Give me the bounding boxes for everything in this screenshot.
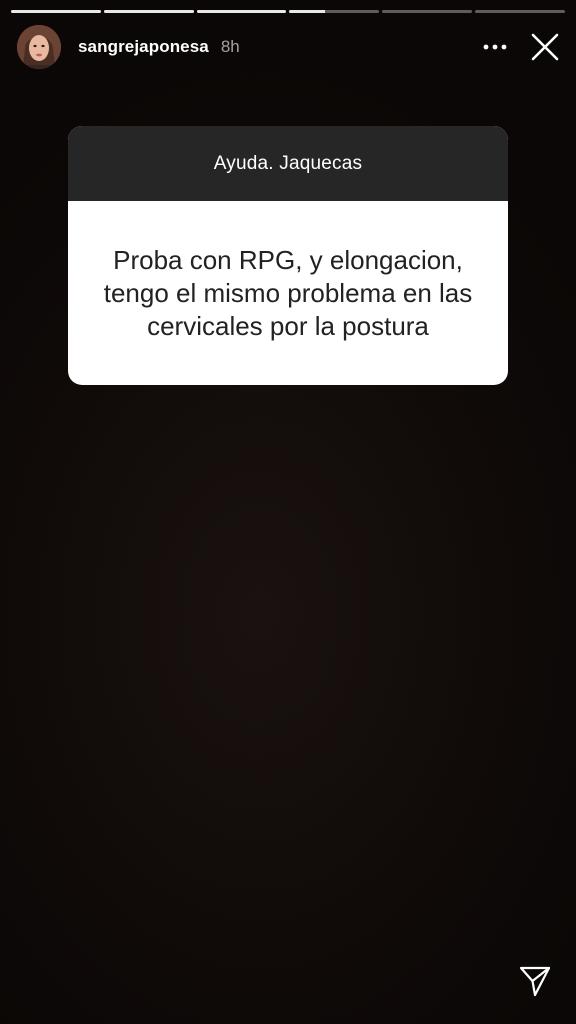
story-timestamp: 8h bbox=[220, 37, 240, 56]
question-sticker-answer: Proba con RPG, y elongacion, tengo el mi… bbox=[103, 244, 473, 341]
progress-segment bbox=[103, 10, 194, 13]
progress-segment-fill bbox=[11, 10, 101, 13]
profile-avatar[interactable] bbox=[17, 25, 61, 69]
progress-segment-fill bbox=[289, 10, 326, 13]
username[interactable]: sangrejaponesa bbox=[78, 37, 209, 57]
more-options-icon[interactable] bbox=[480, 32, 510, 62]
progress-segment bbox=[289, 10, 380, 13]
progress-segment bbox=[382, 10, 473, 13]
send-icon[interactable] bbox=[518, 964, 552, 998]
question-sticker-prompt: Ayuda. Jaquecas bbox=[68, 126, 508, 201]
story-header: sangrejaponesa 8h bbox=[17, 24, 562, 70]
question-sticker: Ayuda. Jaquecas Proba con RPG, y elongac… bbox=[68, 126, 508, 385]
progress-segment bbox=[11, 10, 101, 13]
progress-segment bbox=[196, 10, 287, 13]
progress-segment bbox=[475, 10, 565, 13]
progress-segment-fill bbox=[196, 10, 287, 13]
story-progress-bar bbox=[11, 10, 565, 13]
story-viewer[interactable]: sangrejaponesa 8h Ayuda. Jaquecas Proba … bbox=[0, 0, 576, 1024]
progress-segment-fill bbox=[103, 10, 194, 13]
close-icon[interactable] bbox=[528, 30, 562, 64]
